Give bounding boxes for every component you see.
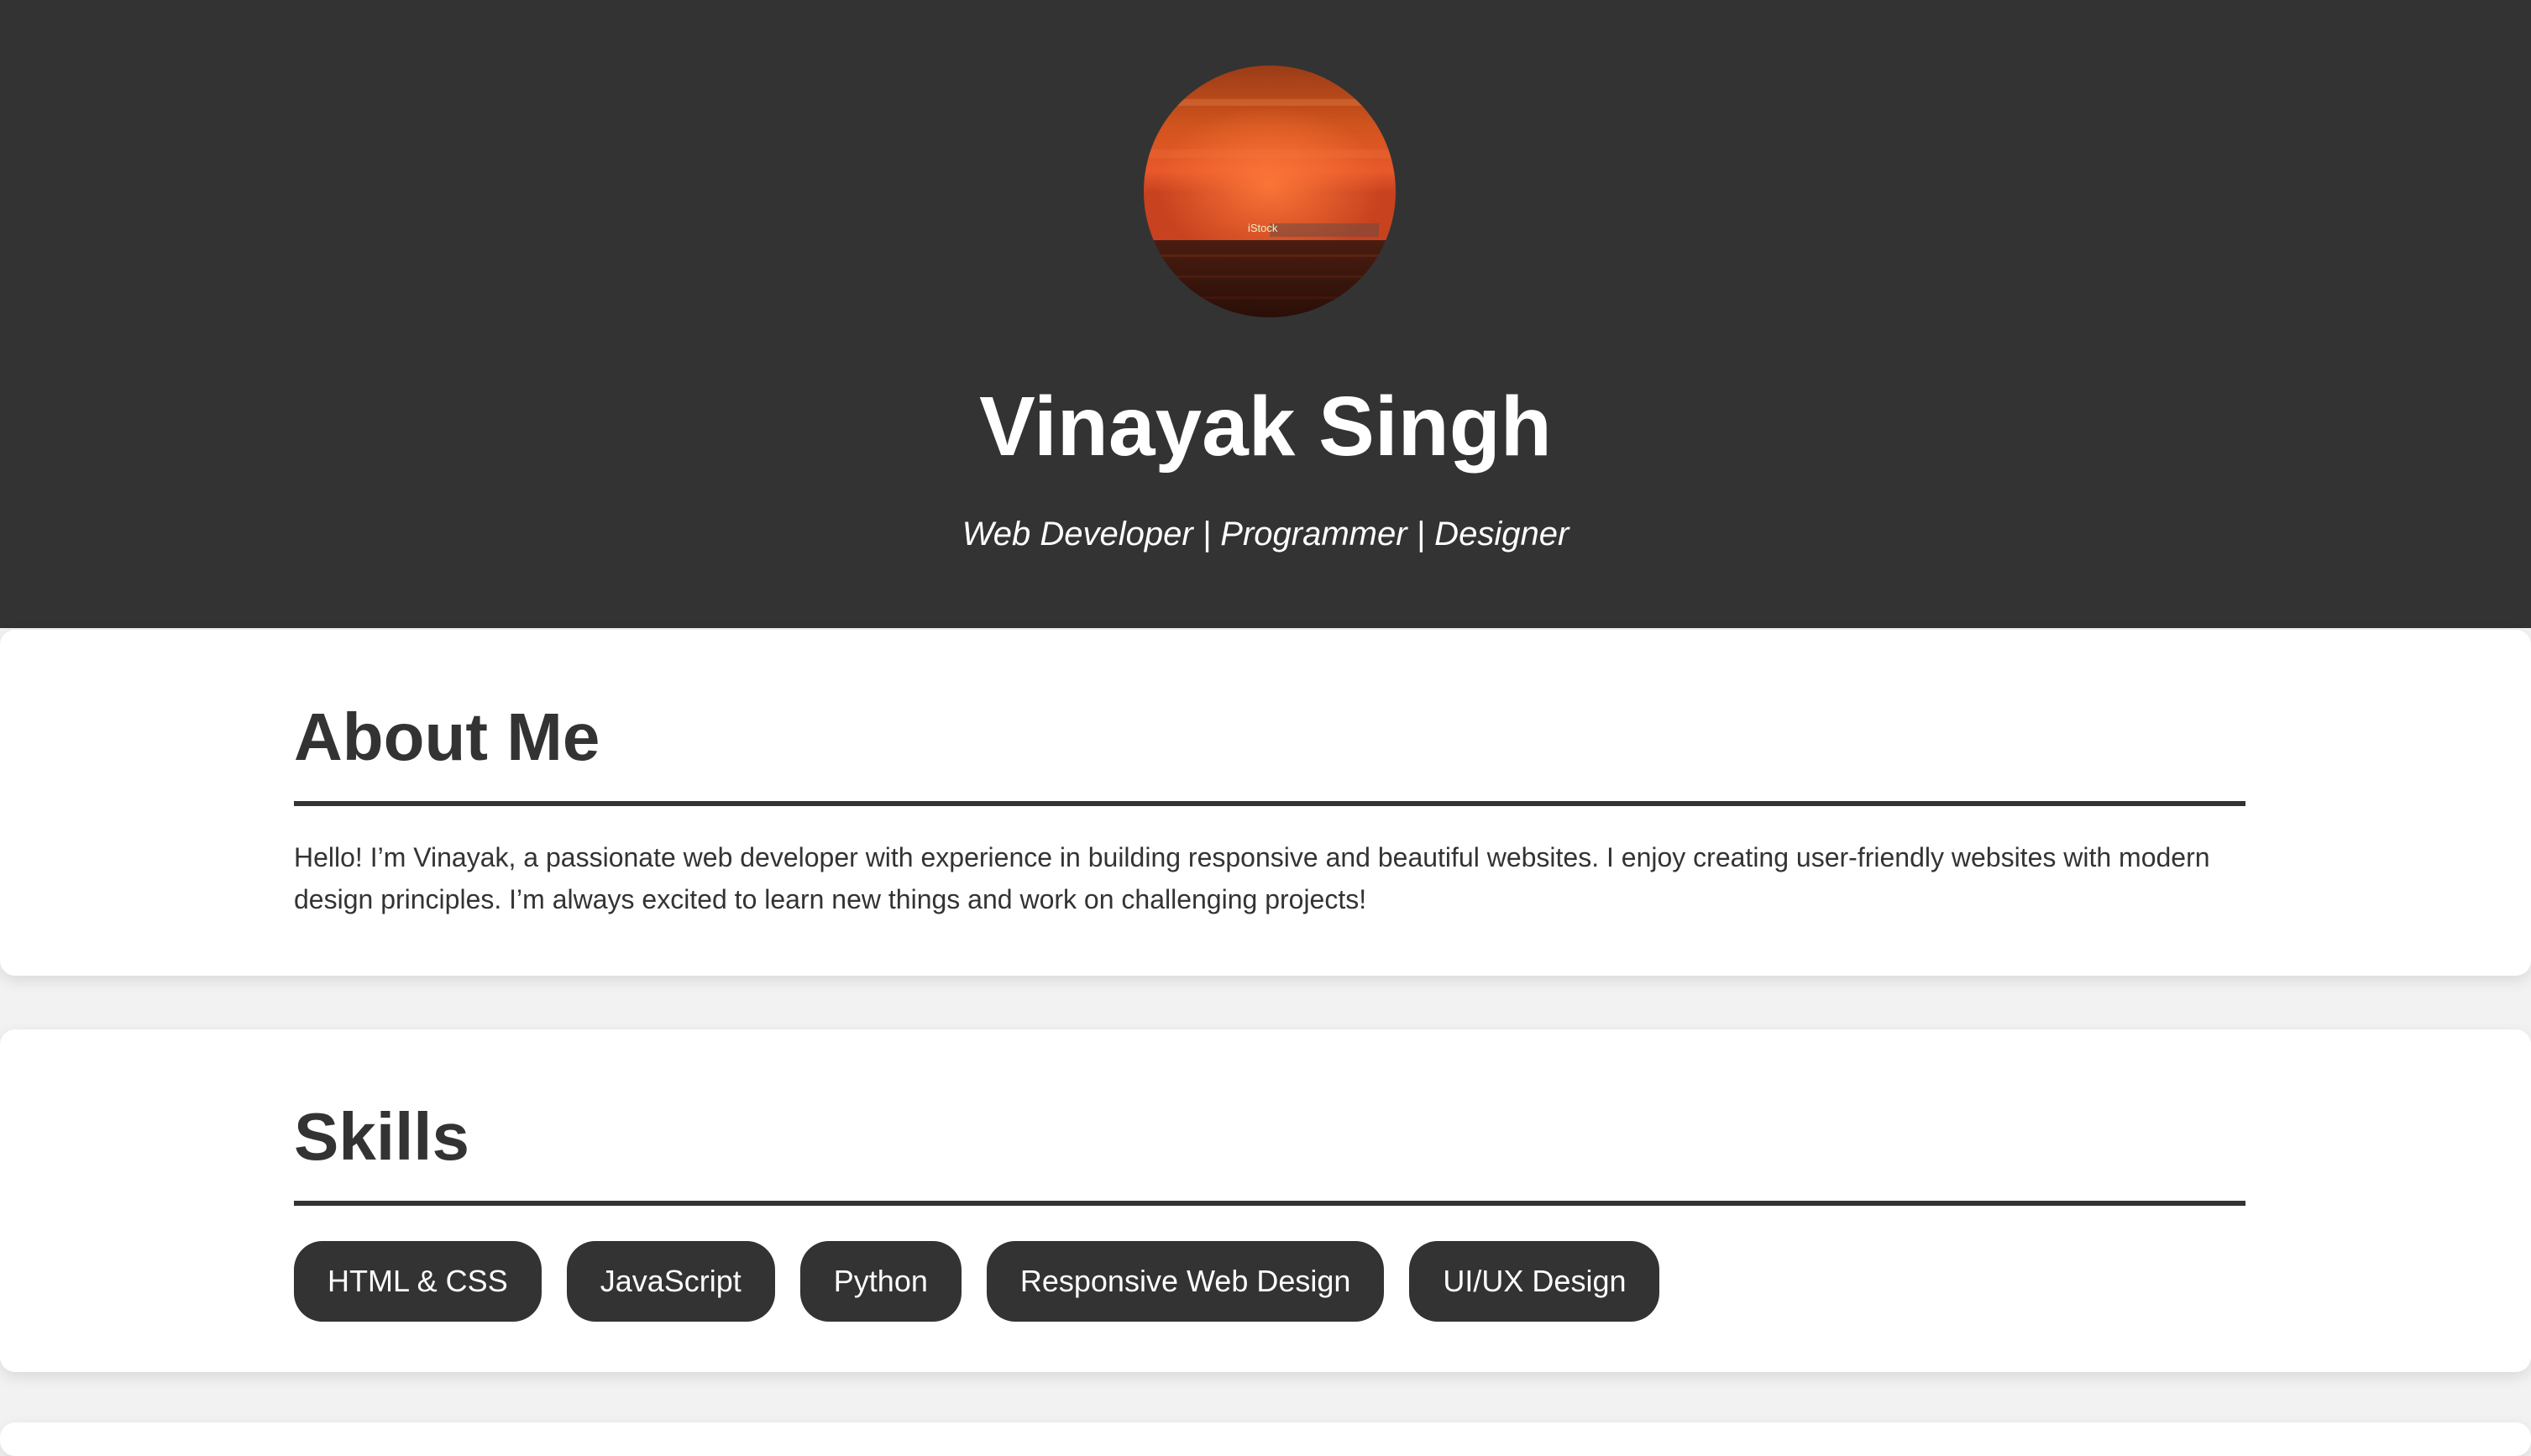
skills-title: Skills <box>294 1099 470 1174</box>
about-divider <box>294 801 2245 806</box>
profile-tagline: Web Developer | Programmer | Designer <box>962 516 1569 553</box>
sunset-photo-icon: iStock <box>1144 65 1396 317</box>
about-title: About Me <box>294 699 600 774</box>
skills-section: Skills HTML & CSS JavaScript Python Resp… <box>0 1029 2531 1372</box>
about-section: About Me Hello! I’m Vinayak, a passionat… <box>0 630 2531 976</box>
skill-pill-html-css[interactable]: HTML & CSS <box>294 1241 542 1322</box>
skills-divider <box>294 1201 2245 1206</box>
photo-watermark: iStock <box>1248 222 1278 234</box>
about-text: Hello! I’m Vinayak, a passionate web dev… <box>294 842 2210 914</box>
skill-pill-responsive-web-design[interactable]: Responsive Web Design <box>986 1241 1385 1322</box>
skill-pill-javascript[interactable]: JavaScript <box>566 1241 775 1322</box>
profile-avatar: iStock <box>1144 65 1396 317</box>
skill-pill-ui-ux-design[interactable]: UI/UX Design <box>1409 1241 1660 1322</box>
skills-list: HTML & CSS JavaScript Python Responsive … <box>294 1241 1660 1322</box>
profile-name: Vinayak Singh <box>979 380 1552 474</box>
skill-pill-python[interactable]: Python <box>799 1241 962 1322</box>
profile-header: iStock Vinayak Singh Web Developer | Pro… <box>0 0 2531 628</box>
next-section <box>0 1422 2531 1456</box>
